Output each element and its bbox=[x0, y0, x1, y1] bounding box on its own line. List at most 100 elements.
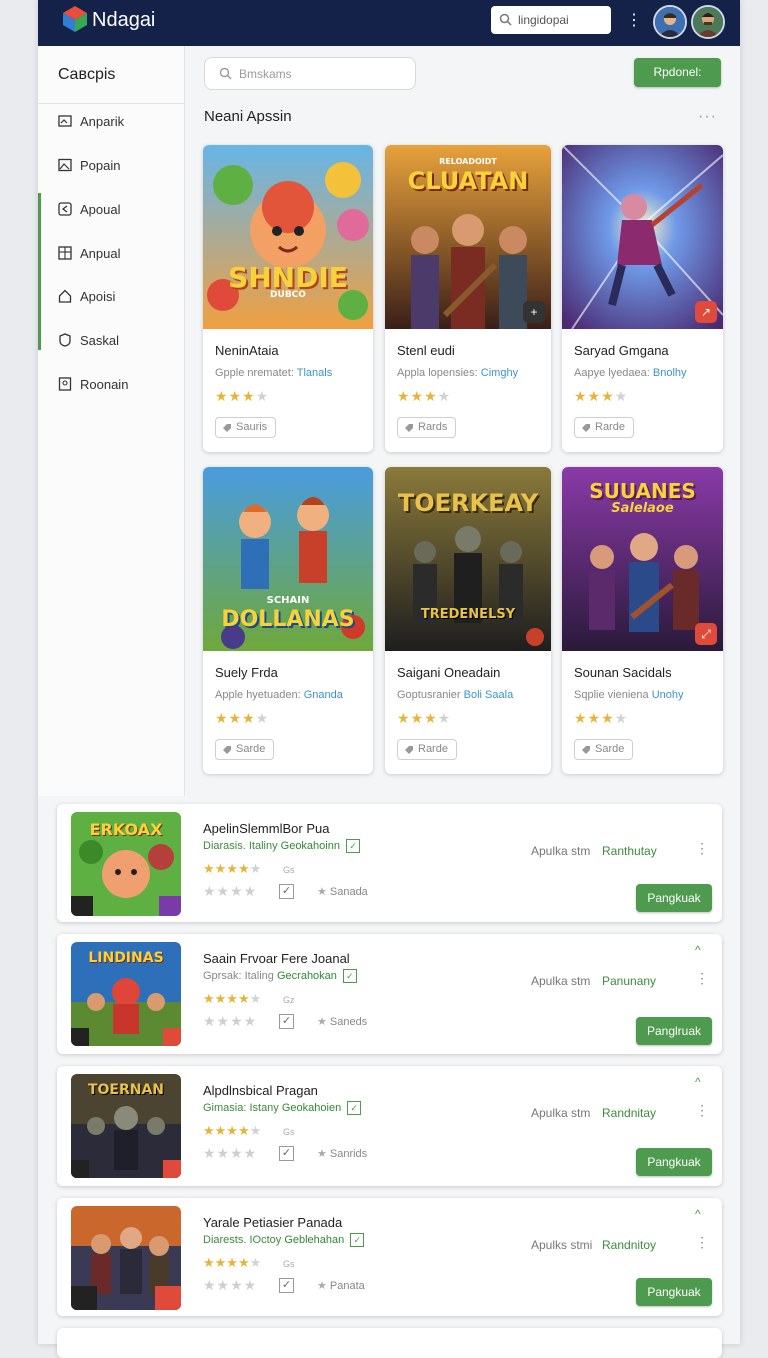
download-button[interactable]: Pangkuak bbox=[636, 884, 712, 912]
card-genre-link[interactable]: Bnolhy bbox=[653, 367, 687, 379]
card-genre-link[interactable]: Tlanals bbox=[297, 367, 332, 379]
card-genre-link[interactable]: Unohy bbox=[652, 689, 684, 701]
tag-icon bbox=[582, 424, 590, 432]
game-artwork-title: TOERKEAY bbox=[397, 489, 539, 517]
back-arrow-icon bbox=[58, 202, 72, 216]
list-thumbnail: LINDINAS bbox=[71, 942, 181, 1046]
card-genre-link[interactable]: Cimghy bbox=[481, 367, 518, 379]
user-rating-stars[interactable]: ★★★★ bbox=[203, 1277, 257, 1294]
plus-icon[interactable]: + bbox=[523, 301, 545, 323]
select-checkbox[interactable]: ✓ bbox=[279, 1146, 294, 1161]
list-rating-count: Gz bbox=[283, 995, 295, 1005]
list-thumbnail: ERKOAX bbox=[71, 812, 181, 916]
game-artwork-subtitle: DUBCO bbox=[270, 290, 306, 300]
game-card[interactable]: DOLLANAS SCHAIN Suely Frda Apple hyetuad… bbox=[203, 467, 373, 774]
list-item-partial[interactable] bbox=[57, 1328, 722, 1358]
list-subtitle: Gprsak: Italing Gecrahokan ✓ bbox=[203, 969, 357, 983]
main-search-input[interactable]: Bmskams bbox=[204, 57, 416, 90]
list-title: Saain Frvoar Fere Joanal bbox=[203, 951, 350, 966]
card-tag-chip[interactable]: Sarde bbox=[215, 739, 275, 760]
list-item[interactable]: ^ Yarale Petiasier Panada Diarests. IOct… bbox=[57, 1198, 722, 1316]
game-card[interactable]: ↗ Saryad Gmgana Aapye lyedaea: Bnolhy ★★… bbox=[562, 145, 723, 452]
search-icon bbox=[499, 13, 512, 26]
tag-icon bbox=[405, 746, 413, 754]
card-rating: ★★★★ bbox=[215, 388, 270, 404]
avatar[interactable] bbox=[653, 5, 687, 39]
card-tag-chip[interactable]: Sauris bbox=[215, 417, 277, 438]
card-tag-chip[interactable]: Rards bbox=[397, 417, 457, 438]
card-genre-link[interactable]: Boli Saala bbox=[464, 689, 514, 701]
card-rating: ★★★★ bbox=[397, 710, 452, 726]
game-artwork-subtitle: TREDENELSY bbox=[420, 607, 516, 622]
tag-icon bbox=[405, 424, 413, 432]
sidebar-item-roonain[interactable]: Roonain bbox=[38, 366, 184, 402]
list-rating-count: Gs bbox=[283, 1259, 295, 1269]
list-item[interactable]: LINDINAS ^ Saain Frvoar Fere Joanal Gprs… bbox=[57, 934, 722, 1054]
more-options-icon[interactable]: ⋮ bbox=[695, 1234, 709, 1251]
download-button[interactable]: Panglruak bbox=[636, 1017, 712, 1045]
sidebar-item-label: Popain bbox=[80, 158, 121, 173]
card-tag-chip[interactable]: Rarde bbox=[574, 417, 634, 438]
section-title: Neani Apssin bbox=[204, 108, 292, 125]
tag-icon bbox=[582, 746, 590, 754]
list-votes: ★ Sanada bbox=[317, 886, 368, 898]
list-rating-count: Gs bbox=[283, 1127, 295, 1137]
select-checkbox[interactable]: ✓ bbox=[279, 1278, 294, 1293]
game-artwork-title: DOLLANAS bbox=[221, 607, 355, 632]
sidebar-item-popain[interactable]: Popain bbox=[38, 147, 184, 183]
select-checkbox[interactable]: ✓ bbox=[279, 1014, 294, 1029]
card-genre-link[interactable]: Gnanda bbox=[304, 689, 343, 701]
list-subtitle: Diarests. IOctoy Geblehahan ✓ bbox=[203, 1233, 365, 1247]
select-checkbox[interactable]: ✓ bbox=[279, 884, 294, 899]
game-artwork-subtitle: SCHAIN bbox=[266, 595, 310, 606]
card-subtitle: Gpple nrematet: Tlanals bbox=[215, 367, 333, 379]
user-rating-stars[interactable]: ★★★★ bbox=[203, 883, 257, 900]
download-button[interactable]: Pangkuak bbox=[636, 1278, 712, 1306]
list-meta-value: Panunany bbox=[602, 974, 657, 988]
sidebar-item-anparik[interactable]: Anparik bbox=[38, 103, 184, 139]
user-rating-stars[interactable]: ★★★★ bbox=[203, 1145, 257, 1162]
star-icon: ★ bbox=[317, 1148, 327, 1160]
game-artwork-subtitle: Salelaoe bbox=[611, 501, 674, 516]
sidebar-item-label: Apoual bbox=[80, 202, 121, 217]
download-button[interactable]: Pangkuak bbox=[636, 1148, 712, 1176]
sidebar-item-anpual[interactable]: Anpual bbox=[38, 235, 184, 271]
list-meta-label: Apulks stmi bbox=[531, 1238, 593, 1252]
sidebar-item-apoual[interactable]: Apoual bbox=[38, 191, 184, 227]
card-subtitle: Appla lopensies: Cimghy bbox=[397, 367, 519, 379]
card-tag-chip[interactable]: Rarde bbox=[397, 739, 457, 760]
brand-name: Ndagai bbox=[92, 9, 156, 31]
game-artwork-title: CLUATAN bbox=[407, 167, 529, 195]
game-card[interactable]: TOERKEAY TREDENELSY Saigani Oneadain Gop… bbox=[385, 467, 551, 774]
top-search-input[interactable]: lingidopai bbox=[491, 6, 611, 34]
bookmark-icon bbox=[58, 377, 72, 391]
game-card[interactable]: SHNDIE DUBCO NeninAtaia Gpple nrematet: … bbox=[203, 145, 373, 452]
star-icon: ★ bbox=[317, 1016, 327, 1028]
avatar-secondary[interactable] bbox=[691, 5, 725, 39]
collapse-chevron-icon[interactable]: ^ bbox=[695, 943, 701, 957]
more-menu-icon[interactable]: ⋮ bbox=[626, 10, 642, 30]
more-options-icon[interactable]: ⋮ bbox=[695, 840, 709, 857]
game-card[interactable]: CLUATAN RELOADOIDT + Stenl eudi Appla lo… bbox=[385, 145, 551, 452]
collapse-chevron-icon[interactable]: ^ bbox=[695, 1207, 701, 1221]
game-artwork bbox=[203, 145, 373, 329]
primary-action-button[interactable]: Rpdonel: bbox=[634, 58, 721, 87]
section-more-icon[interactable]: ··· bbox=[698, 108, 717, 126]
game-card[interactable]: SUUANES Salelaoe ⤢ Sounan Sacidals Sqpli… bbox=[562, 467, 723, 774]
collapse-chevron-icon[interactable]: ^ bbox=[695, 1075, 701, 1089]
card-title: Sounan Sacidals bbox=[574, 665, 672, 680]
sidebar-item-apoisi[interactable]: Apoisi bbox=[38, 278, 184, 314]
sidebar-item-saskal[interactable]: Saskal bbox=[38, 322, 184, 358]
list-rating-count: Gs bbox=[283, 865, 295, 875]
sidebar-item-label: Apoisi bbox=[80, 289, 116, 304]
list-item[interactable]: TOERNAN ^ Alpdlnsbical Pragan Gimasia: I… bbox=[57, 1066, 722, 1186]
sidebar-item-label: Anpual bbox=[80, 246, 121, 261]
list-item[interactable]: ERKOAX ApelinSlemmlBor Pua Diarasis. Ita… bbox=[57, 804, 722, 922]
user-rating-stars[interactable]: ★★★★ bbox=[203, 1013, 257, 1030]
list-thumbnail: TOERNAN bbox=[71, 1074, 181, 1178]
card-tag-chip[interactable]: Sarde bbox=[574, 739, 634, 760]
card-rating: ★★★★ bbox=[215, 710, 270, 726]
list-votes: ★ Saneds bbox=[317, 1016, 368, 1028]
more-options-icon[interactable]: ⋮ bbox=[695, 1102, 709, 1119]
more-options-icon[interactable]: ⋮ bbox=[695, 970, 709, 987]
